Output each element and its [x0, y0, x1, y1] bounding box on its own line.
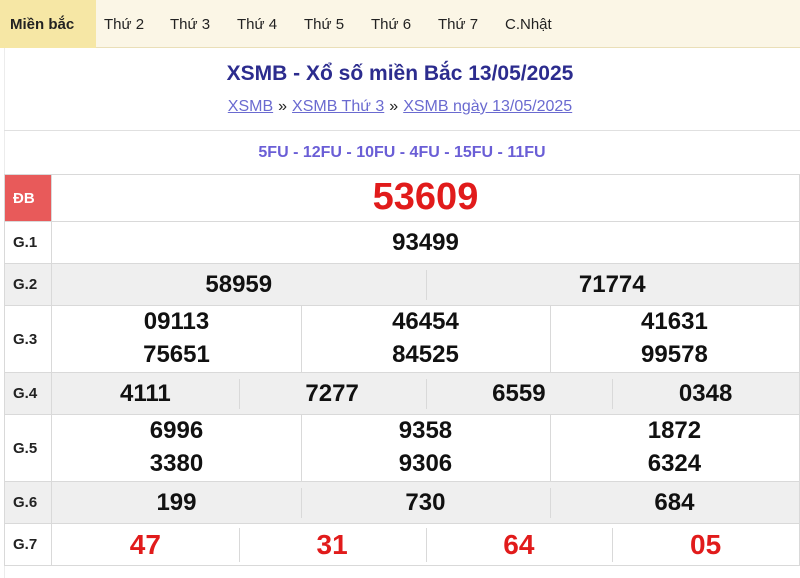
breadcrumb-xsmb-thu-3[interactable]: XSMB Thứ 3	[292, 98, 384, 115]
cell-divider	[425, 528, 427, 562]
prize-cells: 199 730 684	[51, 481, 800, 524]
tab-thu-2[interactable]: Thứ 2	[104, 0, 144, 48]
prize-row-g5: G.5 6996 9358 1872 3380 9306 6324	[4, 414, 800, 482]
prize-label: G.5	[4, 414, 52, 482]
prize-row-g4: G.4 4111 7277 6559 0348	[4, 372, 800, 415]
prize-row-db: ĐB 53609	[4, 174, 800, 222]
cell-divider	[549, 306, 551, 372]
prize-number: 09113	[143, 308, 210, 335]
prize-number: 4111	[120, 380, 171, 407]
cell-divider	[300, 488, 302, 518]
tab-thu-7[interactable]: Thứ 7	[438, 0, 478, 48]
cell-divider	[300, 306, 302, 372]
cell-divider	[238, 379, 240, 409]
prize-number: 1872	[647, 417, 702, 444]
day-tabs: Miền bắc Thứ 2 Thứ 3 Thứ 4 Thứ 5 Thứ 6 T…	[0, 0, 800, 48]
breadcrumb-xsmb-date[interactable]: XSMB ngày 13/05/2025	[403, 98, 572, 115]
special-codes: 5FU - 12FU - 10FU - 4FU - 15FU - 11FU	[4, 130, 800, 174]
result-table: ĐB 53609 G.1 93499 G.2 58959 71774 G.3 0…	[4, 174, 800, 566]
prize-number: 47	[129, 529, 161, 560]
prize-label: G.6	[4, 481, 52, 524]
tab-thu-3[interactable]: Thứ 3	[170, 0, 210, 48]
prize-number: 6996	[149, 417, 204, 444]
prize-number: 0348	[678, 380, 733, 407]
cell-divider	[425, 379, 427, 409]
prize-number: 46454	[392, 308, 459, 335]
prize-number: 75651	[143, 341, 210, 368]
cell-divider	[549, 415, 551, 481]
breadcrumb-xsmb[interactable]: XSMB	[228, 98, 273, 115]
page-title: XSMB - Xổ số miền Bắc 13/05/2025	[226, 62, 574, 85]
cell-divider	[238, 528, 240, 562]
prize-cells: 93499	[51, 221, 800, 264]
breadcrumb: XSMB» XSMB Thứ 3» XSMB ngày 13/05/2025	[0, 98, 800, 116]
prize-number: 6559	[492, 380, 546, 407]
prize-label: G.3	[4, 305, 52, 373]
prize-cells: 53609	[51, 174, 800, 222]
cell-divider	[612, 528, 614, 562]
prize-number: 58959	[205, 271, 273, 298]
prize-number: 7277	[305, 380, 359, 407]
prize-number: 199	[156, 489, 197, 516]
tab-thu-6[interactable]: Thứ 6	[371, 0, 411, 48]
tab-thu-5[interactable]: Thứ 5	[304, 0, 344, 48]
prize-number: 05	[690, 529, 722, 560]
cell-divider	[300, 415, 302, 481]
tab-mien-bac[interactable]: Miền bắc	[0, 0, 96, 48]
prize-number: 93499	[392, 229, 459, 256]
prize-number: 684	[654, 489, 695, 516]
tab-thu-4[interactable]: Thứ 4	[237, 0, 277, 48]
prize-number: 41631	[641, 308, 708, 335]
prize-number: 730	[405, 489, 446, 516]
prize-cells: 6996 9358 1872 3380 9306 6324	[51, 414, 800, 482]
tab-chu-nhat[interactable]: C.Nhật	[505, 0, 552, 48]
prize-label: G.4	[4, 372, 52, 415]
prize-cells: 09113 46454 41631 75651 84525 99578	[51, 305, 800, 373]
prize-cells: 47 31 64 05	[51, 523, 800, 566]
prize-label: G.7	[4, 523, 52, 566]
cell-divider	[612, 379, 614, 409]
prize-label: ĐB	[4, 174, 52, 222]
prize-number: 6324	[647, 450, 702, 477]
prize-row-g3: G.3 09113 46454 41631 75651 84525 99578	[4, 305, 800, 373]
prize-label: G.1	[4, 221, 52, 264]
prize-label: G.2	[4, 263, 52, 306]
prize-row-g7: G.7 47 31 64 05	[4, 523, 800, 566]
prize-number: 71774	[578, 271, 646, 298]
breadcrumb-separator: »	[389, 98, 399, 115]
prize-row-g2: G.2 58959 71774	[4, 263, 800, 306]
cell-divider	[549, 488, 551, 518]
prize-row-g1: G.1 93499	[4, 221, 800, 264]
prize-number: 84525	[392, 341, 459, 368]
prize-cells: 58959 71774	[51, 263, 800, 306]
breadcrumb-separator: »	[278, 98, 288, 115]
prize-row-g6: G.6 199 730 684	[4, 481, 800, 524]
prize-number: 31	[316, 529, 348, 560]
prize-number: 99578	[641, 341, 708, 368]
prize-number: 9358	[398, 417, 453, 444]
prize-number: 64	[503, 529, 535, 560]
prize-cells: 4111 7277 6559 0348	[51, 372, 800, 415]
prize-number-db: 53609	[372, 176, 479, 218]
prize-number: 9306	[398, 450, 453, 477]
prize-number: 3380	[149, 450, 204, 477]
